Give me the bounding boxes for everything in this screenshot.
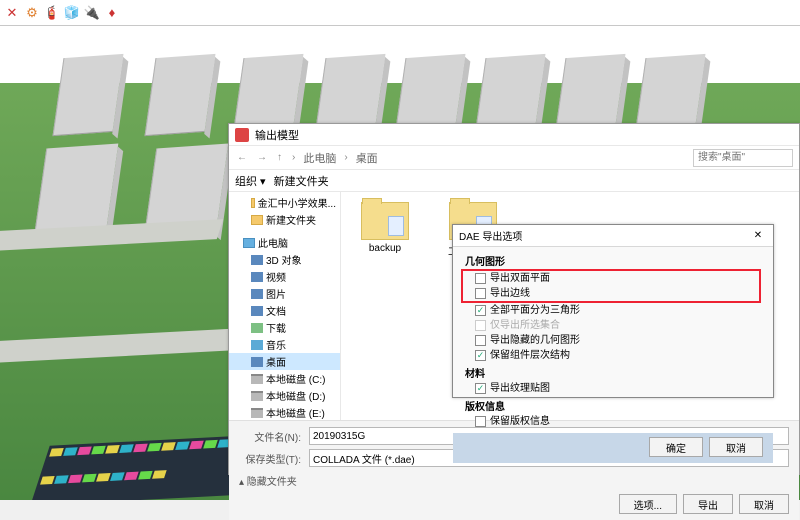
group-geometry: 几何图形 — [465, 251, 761, 269]
tree-item[interactable]: 文档 — [229, 302, 340, 319]
chk-credit[interactable]: 保留版权信息 — [465, 414, 761, 429]
cancel-button[interactable]: 取消 — [739, 494, 789, 514]
tree-item[interactable]: 本地磁盘 (C:) — [229, 370, 340, 387]
tool-icon-2[interactable]: 🧯 — [44, 5, 60, 21]
folder-tree[interactable]: 金汇中小学效果...新建文件夹此电脑3D 对象视频图片文档下载音乐桌面本地磁盘 … — [229, 192, 341, 420]
tree-item[interactable]: 本地磁盘 (E:) — [229, 404, 340, 420]
organize-button[interactable]: 组织 ▾ — [235, 173, 266, 189]
tree-item[interactable]: 金汇中小学效果... — [229, 194, 340, 211]
tree-item[interactable]: 桌面 — [229, 353, 340, 370]
tree-item[interactable]: 新建文件夹 — [229, 211, 340, 228]
tree-item[interactable]: 3D 对象 — [229, 251, 340, 268]
chk-hierarchy[interactable]: ✓保留组件层次结构 — [465, 348, 761, 363]
dialog-title: 输出模型 — [255, 127, 299, 143]
tree-item[interactable]: 图片 — [229, 285, 340, 302]
filetype-label: 保存类型(T): — [239, 451, 301, 466]
options-button[interactable]: 选项... — [619, 494, 677, 514]
app-icon — [235, 128, 249, 142]
search-input[interactable] — [693, 149, 793, 167]
chk-sel-only: 仅导出所选集合 — [465, 318, 761, 333]
nav-back-icon[interactable]: ← — [235, 152, 249, 163]
tree-item[interactable]: 下载 — [229, 319, 340, 336]
group-credit: 版权信息 — [465, 396, 761, 414]
group-material: 材料 — [465, 363, 761, 381]
chk-triangulate[interactable]: ✓全部平面分为三角形 — [465, 303, 761, 318]
tool-icon-4[interactable]: 🔌 — [84, 5, 100, 21]
main-toolbar: ✕ ⚙ 🧯 🧊 🔌 ♦ — [0, 0, 800, 26]
options-title: DAE 导出选项 — [459, 228, 522, 243]
export-button[interactable]: 导出 — [683, 494, 733, 514]
breadcrumb-1[interactable]: 桌面 — [356, 150, 378, 166]
tree-item[interactable]: 此电脑 — [229, 234, 340, 251]
breadcrumb-0[interactable]: 此电脑 — [303, 150, 336, 166]
tree-item[interactable]: 本地磁盘 (D:) — [229, 387, 340, 404]
file-item[interactable]: backup — [355, 202, 415, 254]
nav-fwd-icon[interactable]: → — [255, 152, 269, 163]
nav-bar: ← → ↑ › 此电脑 › 桌面 — [229, 146, 799, 170]
chk-hidden-geom[interactable]: 导出隐藏的几何图形 — [465, 333, 761, 348]
chk-double-sided[interactable]: 导出双面平面 — [465, 271, 757, 286]
hide-folders-toggle[interactable]: ▴ 隐藏文件夹 — [239, 471, 789, 490]
tree-item[interactable]: 视频 — [229, 268, 340, 285]
close-icon[interactable]: ✕ — [749, 230, 767, 241]
tool-icon-5[interactable]: ♦ — [104, 5, 120, 21]
dialog-titlebar[interactable]: 输出模型 — [229, 124, 799, 146]
tool-icon-1[interactable]: ⚙ — [24, 5, 40, 21]
filename-label: 文件名(N): — [239, 429, 301, 444]
tool-icon-3[interactable]: 🧊 — [64, 5, 80, 21]
chk-textures[interactable]: ✓导出纹理贴图 — [465, 381, 761, 396]
newfolder-button[interactable]: 新建文件夹 — [274, 173, 329, 189]
dae-options-dialog: DAE 导出选项 ✕ 几何图形 导出双面平面 导出边线 ✓全部平面分为三角形 仅… — [452, 224, 774, 398]
nav-up-icon[interactable]: ↑ — [275, 152, 284, 163]
chk-export-edges[interactable]: 导出边线 — [465, 286, 757, 301]
tree-item[interactable]: 音乐 — [229, 336, 340, 353]
tool-icon-0[interactable]: ✕ — [4, 5, 20, 21]
dialog-toolbar: 组织 ▾ 新建文件夹 — [229, 170, 799, 192]
options-ok-button[interactable]: 确定 — [649, 437, 703, 457]
options-cancel-button[interactable]: 取消 — [709, 437, 763, 457]
